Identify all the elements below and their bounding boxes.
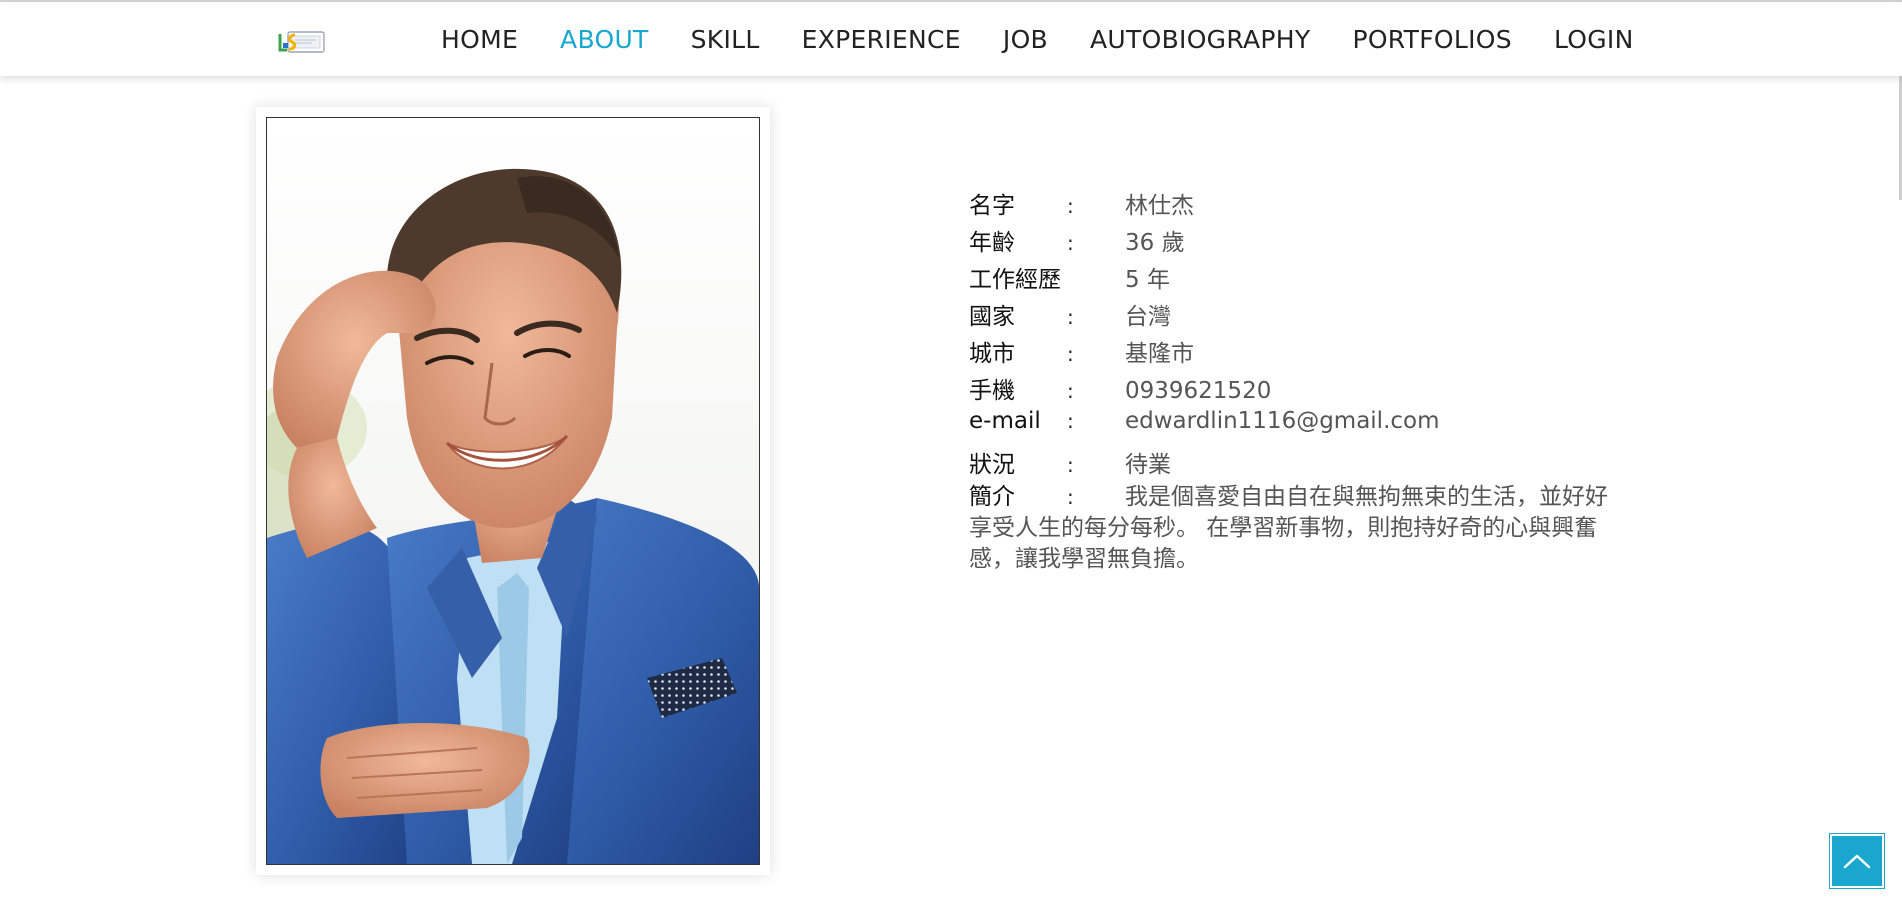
info-row-country: 國家 : 台灣 bbox=[969, 297, 1629, 334]
info-value: 0939621520 bbox=[1125, 378, 1272, 404]
info-row-intro: 簡介: 我是個喜愛自由自在與無拘無束的生活，並好好享受人生的每分每秒。 在學習新事… bbox=[969, 482, 1629, 575]
info-label: e-mail bbox=[969, 408, 1041, 434]
nav-portfolios[interactable]: PORTFOLIOS bbox=[1331, 25, 1532, 54]
info-label: 城市 bbox=[969, 341, 1015, 367]
info-colon: : bbox=[1067, 194, 1074, 218]
info-label: 名字 bbox=[969, 193, 1015, 219]
info-label: 手機 bbox=[969, 378, 1015, 404]
info-colon: : bbox=[1067, 305, 1074, 329]
nav-skill[interactable]: SKILL bbox=[670, 25, 781, 54]
nav-login[interactable]: LOGIN bbox=[1533, 25, 1655, 54]
info-value: 5 年 bbox=[1125, 267, 1170, 293]
info-colon: : bbox=[1067, 342, 1074, 366]
nav-menu: HOME ABOUT SKILL EXPERIENCE JOB AUTOBIOG… bbox=[420, 2, 1655, 76]
info-value: 待業 bbox=[1125, 452, 1171, 478]
photo-card bbox=[256, 107, 770, 875]
info-row-experience: 工作經歷 5 年 bbox=[969, 260, 1629, 297]
nav-autobiography[interactable]: AUTOBIOGRAPHY bbox=[1069, 25, 1331, 54]
info-row-name: 名字 : 林仕杰 bbox=[969, 186, 1629, 223]
site-logo-icon[interactable] bbox=[278, 28, 326, 56]
info-value: 基隆市 bbox=[1125, 341, 1194, 367]
info-row-status: 狀況 : 待業 bbox=[969, 445, 1629, 482]
info-value: 36 歲 bbox=[1125, 230, 1185, 256]
chevron-up-icon bbox=[1843, 854, 1871, 869]
info-label: 工作經歷 bbox=[969, 267, 1061, 293]
info-label: 年齡 bbox=[969, 230, 1015, 256]
info-colon: : bbox=[1067, 485, 1074, 509]
info-label: 簡介 bbox=[969, 484, 1015, 510]
nav-home[interactable]: HOME bbox=[420, 25, 539, 54]
info-value: edwardlin1116@gmail.com bbox=[1125, 408, 1440, 434]
info-row-phone: 手機 : 0939621520 bbox=[969, 371, 1629, 408]
navbar: HOME ABOUT SKILL EXPERIENCE JOB AUTOBIOG… bbox=[0, 2, 1902, 76]
info-label: 國家 bbox=[969, 304, 1015, 330]
profile-info: 名字 : 林仕杰 年齡 : 36 歲 工作經歷 5 年 國家 : 台灣 城市 :… bbox=[969, 186, 1629, 575]
nav-job[interactable]: JOB bbox=[982, 25, 1069, 54]
info-colon: : bbox=[1067, 379, 1074, 403]
info-colon: : bbox=[1067, 409, 1074, 433]
info-row-city: 城市 : 基隆市 bbox=[969, 334, 1629, 371]
info-value: 台灣 bbox=[1125, 304, 1171, 330]
info-colon: : bbox=[1067, 231, 1074, 255]
info-colon: : bbox=[1067, 453, 1074, 477]
info-value: 林仕杰 bbox=[1125, 193, 1194, 219]
info-row-email: e-mail : edwardlin1116@gmail.com bbox=[969, 408, 1629, 445]
profile-photo bbox=[266, 117, 760, 865]
page: HOME ABOUT SKILL EXPERIENCE JOB AUTOBIOG… bbox=[0, 0, 1902, 900]
back-to-top-button[interactable] bbox=[1830, 834, 1884, 888]
nav-about[interactable]: ABOUT bbox=[539, 25, 670, 54]
info-row-age: 年齡 : 36 歲 bbox=[969, 223, 1629, 260]
info-label: 狀況 bbox=[969, 452, 1015, 478]
nav-experience[interactable]: EXPERIENCE bbox=[781, 25, 982, 54]
